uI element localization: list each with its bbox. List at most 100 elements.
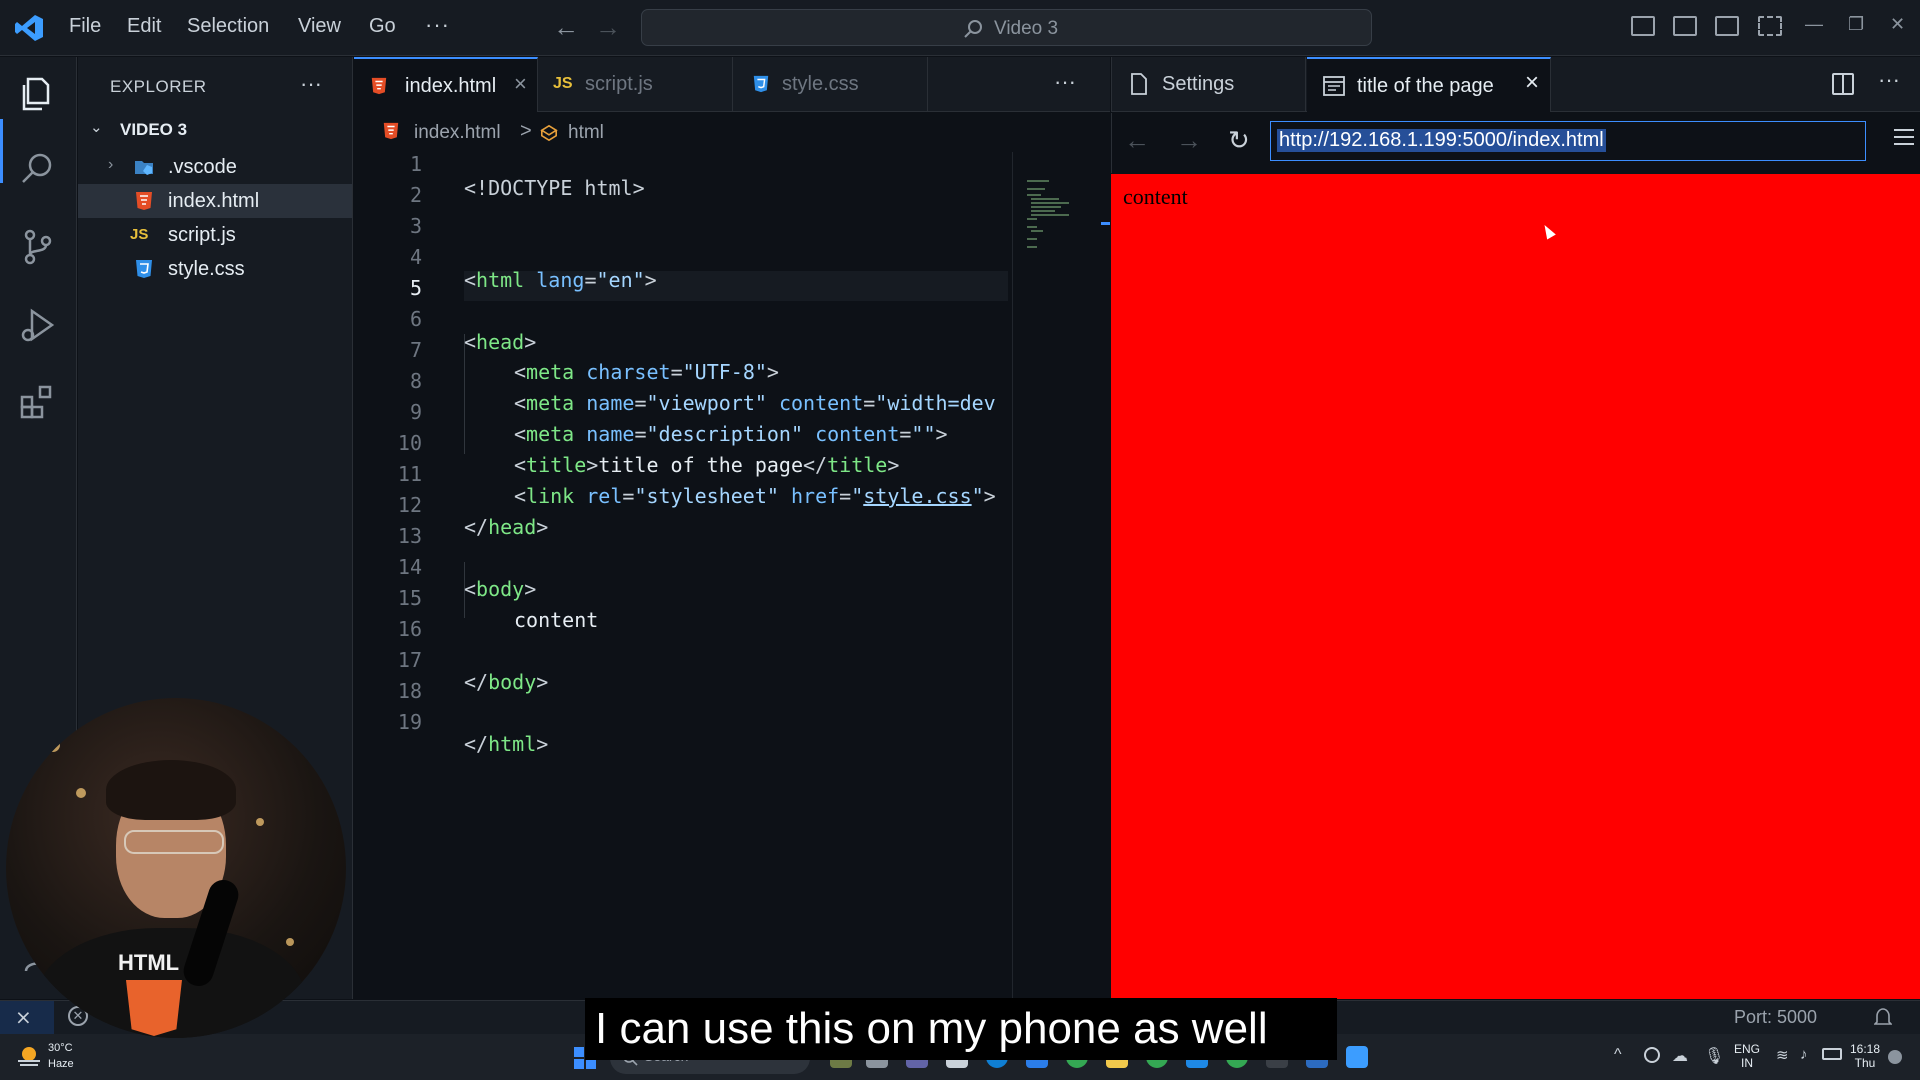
- code-line-6[interactable]: <head>: [354, 306, 1014, 354]
- minimap[interactable]: [1012, 152, 1110, 999]
- tab-index-html[interactable]: index.html ×: [354, 57, 538, 112]
- css3-icon: [753, 75, 769, 93]
- browser-menu-icon[interactable]: [1894, 129, 1914, 145]
- tab-label: index.html: [405, 75, 497, 97]
- run-debug-icon[interactable]: [18, 305, 58, 345]
- code-text: </body>: [464, 670, 549, 694]
- code-line-17[interactable]: </body>: [354, 646, 1014, 694]
- menu-edit[interactable]: Edit: [127, 15, 161, 38]
- code-line-10[interactable]: <title>title of the page</title>: [354, 429, 1014, 477]
- minimap-line: [1027, 226, 1037, 228]
- chevron-up-icon[interactable]: ^: [1614, 1046, 1622, 1064]
- browser-viewport[interactable]: content: [1111, 174, 1920, 999]
- tab-settings[interactable]: Settings: [1112, 57, 1306, 112]
- minimap-line: [1031, 214, 1069, 216]
- browser-forward-icon[interactable]: →: [1176, 125, 1202, 156]
- code-line-11[interactable]: <link rel="stylesheet" href="style.css">: [354, 460, 1014, 508]
- chevron-down-icon: ⌄: [90, 119, 103, 136]
- tree-item-vscode-folder[interactable]: › .vscode: [78, 150, 352, 184]
- breadcrumb-node[interactable]: html: [568, 122, 604, 144]
- toggle-secondary-sidebar-icon[interactable]: [1715, 16, 1739, 36]
- tree-item-style-css[interactable]: style.css: [78, 252, 352, 286]
- browser-back-icon[interactable]: ←: [1124, 125, 1150, 156]
- close-window-icon[interactable]: ✕: [1890, 14, 1905, 35]
- onedrive-icon[interactable]: ☁: [1672, 1046, 1688, 1066]
- menu-file[interactable]: File: [69, 15, 101, 38]
- bell-icon[interactable]: [1874, 1007, 1892, 1027]
- code-line-4[interactable]: <html lang="en">: [354, 244, 1014, 292]
- mouse-cursor-icon: [1540, 222, 1556, 240]
- toggle-sidebar-icon[interactable]: [1631, 16, 1655, 36]
- search-icon[interactable]: [18, 149, 58, 189]
- breadcrumb: index.html > html: [354, 113, 1110, 151]
- port-status[interactable]: Port: 5000: [1734, 1007, 1817, 1028]
- tree-item-index-html[interactable]: index.html: [78, 184, 352, 218]
- clock[interactable]: 16:18 Thu: [1850, 1042, 1880, 1070]
- tab-style-css[interactable]: style.css: [734, 57, 928, 112]
- minimap-line: [1031, 206, 1061, 208]
- tab-script-js[interactable]: JS script.js: [539, 57, 733, 112]
- wifi-icon[interactable]: ≋: [1776, 1046, 1789, 1064]
- code-line-9[interactable]: <meta name="description" content="">: [354, 398, 1014, 446]
- volume-icon[interactable]: ♪: [1800, 1046, 1808, 1063]
- breadcrumb-file[interactable]: index.html: [414, 122, 501, 144]
- customize-layout-icon[interactable]: [1758, 16, 1782, 36]
- weather-haze-icon[interactable]: [16, 1044, 42, 1068]
- command-center[interactable]: Video 3: [641, 9, 1372, 46]
- explorer-more-button[interactable]: ···: [300, 71, 322, 97]
- microphone-icon[interactable]: 🎙: [1704, 1046, 1724, 1066]
- browser-reload-icon[interactable]: ↻: [1228, 125, 1250, 156]
- code-line-12[interactable]: </head>: [354, 491, 1014, 539]
- tab-browser-preview[interactable]: title of the page ×: [1307, 57, 1551, 112]
- code-line-15[interactable]: content: [354, 584, 1014, 632]
- code-editor[interactable]: 1 2 3 4 5 6 7 8 9 10 11 12 13 14 15 16 17 18 19 <!DOCTYPE …: [354, 152, 1110, 999]
- explorer-icon[interactable]: [18, 73, 58, 113]
- menu-view[interactable]: View: [298, 15, 341, 38]
- code-line-1[interactable]: <!DOCTYPE html>: [354, 152, 1014, 200]
- code-line-14[interactable]: <body>: [354, 553, 1014, 601]
- tree-item-script-js[interactable]: JS script.js: [78, 218, 352, 252]
- tab-label: script.js: [585, 73, 653, 95]
- taskbar-app-vscode-icon[interactable]: [1346, 1046, 1368, 1068]
- minimap-scroll-indicator: [1101, 222, 1110, 225]
- notification-badge-icon[interactable]: [1888, 1050, 1902, 1064]
- tray-app-icon[interactable]: [1644, 1047, 1660, 1063]
- code-line-7[interactable]: <meta charset="UTF-8">: [354, 336, 1014, 384]
- extensions-icon[interactable]: [18, 381, 58, 421]
- code-line-19[interactable]: </html>: [354, 708, 1014, 756]
- minimap-line: [1031, 230, 1043, 232]
- close-tab-icon[interactable]: ×: [514, 71, 527, 97]
- minimap-line: [1031, 198, 1059, 200]
- start-tile: [586, 1059, 596, 1069]
- back-arrow-icon[interactable]: ←: [553, 12, 579, 43]
- menu-more-button[interactable]: ···: [425, 12, 450, 38]
- video-caption: I can use this on my phone as well: [585, 998, 1337, 1060]
- battery-icon[interactable]: [1822, 1048, 1842, 1060]
- browser-more-button[interactable]: ···: [1878, 67, 1900, 93]
- minimap-line: [1031, 210, 1055, 212]
- menu-go[interactable]: Go: [369, 15, 396, 38]
- code-doctype: <!DOCTYPE html>: [464, 176, 645, 200]
- source-control-icon[interactable]: [18, 227, 58, 267]
- code-line-8[interactable]: <meta name="viewport" content="width=dev: [354, 367, 1014, 415]
- close-tab-icon[interactable]: ×: [1525, 69, 1539, 97]
- tabs-more-button[interactable]: ···: [1054, 69, 1076, 95]
- vscode-logo-icon[interactable]: [14, 14, 44, 42]
- menu-selection[interactable]: Selection: [187, 15, 269, 38]
- minimize-icon[interactable]: —: [1805, 14, 1823, 35]
- remote-icon: ⨯: [15, 1007, 32, 1029]
- weather-condition: Haze: [48, 1058, 74, 1070]
- title-bar: File Edit Selection View Go ··· ← → Vide…: [0, 0, 1920, 56]
- weather-temperature: 30°C: [48, 1042, 73, 1054]
- folder-header[interactable]: ⌄ VIDEO 3: [88, 116, 348, 146]
- restore-icon[interactable]: ❐: [1848, 14, 1864, 35]
- forward-arrow-icon[interactable]: →: [595, 12, 621, 43]
- code-tag: body: [488, 670, 537, 694]
- chevron-right-icon: ›: [108, 156, 114, 173]
- language-indicator[interactable]: ENG IN: [1734, 1042, 1760, 1070]
- bokeh-light: [46, 738, 60, 752]
- split-editor-icon[interactable]: [1832, 73, 1854, 95]
- search-icon: [964, 20, 982, 38]
- url-input[interactable]: http://192.168.1.199:5000/index.html: [1270, 121, 1866, 161]
- toggle-panel-icon[interactable]: [1673, 16, 1697, 36]
